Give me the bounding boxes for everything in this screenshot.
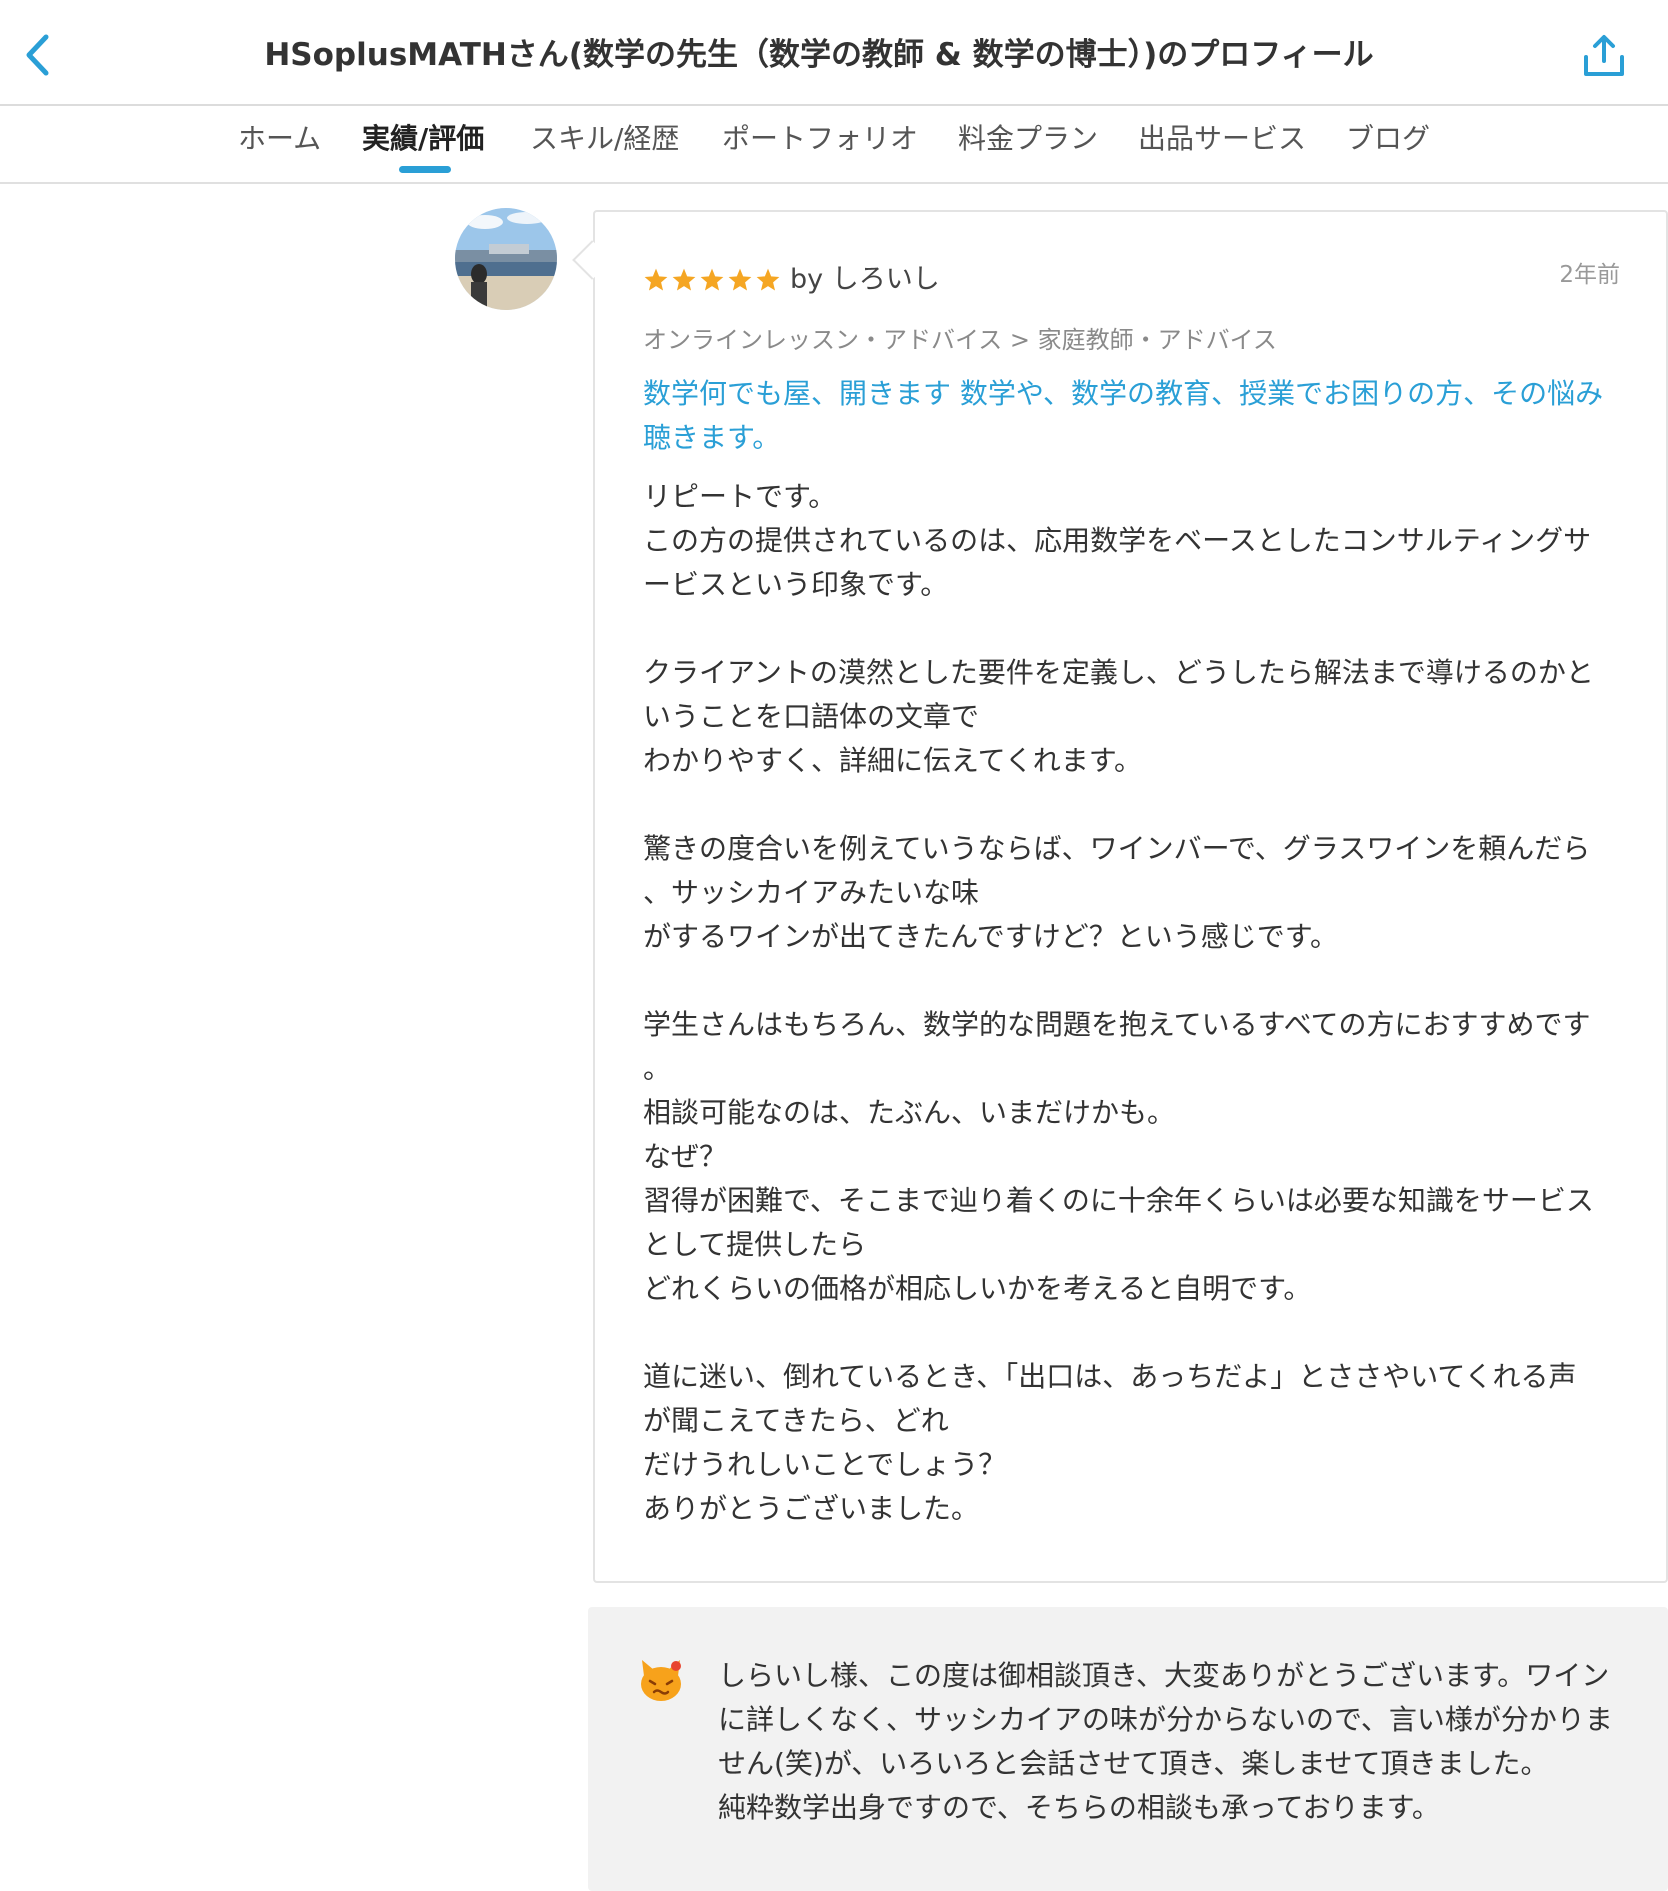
star-icon [671,260,698,300]
share-button[interactable] [1576,28,1632,84]
review-text-line [643,607,1618,651]
share-icon [1584,35,1624,76]
review-text-line: 相談可能なのは、たぶん、いまだけかも。 [643,1096,1176,1129]
review-text-line: いうことを口語体の文章で [643,700,980,733]
star-icon [699,260,726,300]
tab-portfolio[interactable]: ポートフォリオ [722,108,918,184]
tab-listed-services[interactable]: 出品サービス [1138,108,1306,184]
review-text-line: クライアントの漠然とした要件を定義し、どうしたら解法まで導けるのかと [643,656,1594,689]
review-text: リピートです。 この方の提供されているのは、応用数学をベースとしたコンサルティン… [643,475,1618,1531]
review-text-line: どれくらいの価格が相応しいかを考えると自明です。 [643,1272,1312,1305]
star-icon [755,260,782,300]
review-text-line: なぜ？ [643,1140,728,1173]
review-text-line: 学生さんはもちろん、数学的な問題を抱えているすべての方におすすめです [643,1008,1591,1041]
star-icon [643,260,670,300]
review-text-line: ービスという印象です。 [643,568,949,601]
review-date: 2年前 [1559,262,1620,288]
header-bar: HSoplusMATHさん(数学の先生（数学の教師 & 数学の博士）)のプロフィ… [0,0,1668,106]
cat-face-icon [636,1654,686,1704]
tab-blog[interactable]: ブログ [1346,108,1430,184]
profile-tabs: ホーム 実績/評価 スキル/経歴 ポートフォリオ 料金プラン 出品サービス ブロ… [0,108,1668,184]
reply-text-line: しらいし様、この度は御相談頂き、大変ありがとうございます。ワイン [718,1659,1610,1692]
review-text-line: ありがとうございました。 [643,1492,980,1525]
reply-text-line: せん(笑)が、いろいろと会話させて頂き、楽しませて頂きました。 [718,1747,1549,1780]
review-text-line: がするワインが出てきたんですけど？という感じです。 [643,920,1338,953]
review-text-line: 、サッシカイアみたいな味 [643,876,980,909]
review-text-line [643,1311,1618,1355]
review-text-line: だけうれしいことでしょう？ [643,1448,1007,1481]
review-text-line: わかりやすく、詳細に伝えてくれます。 [643,744,1142,777]
review-text-line [643,959,1618,1003]
reviewer-name[interactable]: by しろいし [790,260,940,300]
review-text-line [643,783,1618,827]
star-icon [727,260,754,300]
page-title: HSoplusMATHさん(数学の先生（数学の教師 & 数学の博士）)のプロフィ… [264,37,1374,73]
service-title-link[interactable]: 数学何でも屋、開きます 数学や、数学の教育、授業でお困りの方、その悩み 聴きます… [643,372,1623,460]
review-text-line: リピートです。 [643,480,837,513]
review-text-line: として提供したら [643,1228,867,1261]
review-text-line: が聞こえてきたら、どれ [643,1404,949,1437]
review-text-line: 驚きの度合いを例えていうならば、ワインバーで、グラスワインを頼んだら [643,832,1591,865]
service-title-line: 聴きます。 [643,421,781,454]
review-text-line: 道に迷い、倒れているとき、「出口は、あっちだよ」とささやいてくれる声 [643,1360,1577,1393]
review-text-line: 習得が困難で、そこまで辿り着くのに十余年くらいは必要な知識をサービス [643,1184,1594,1217]
avatar-photo [455,208,557,310]
review-text-line: この方の提供されているのは、応用数学をベースとしたコンサルティングサ [643,524,1592,557]
star-rating [643,260,782,300]
review-text-line: 。 [643,1052,672,1085]
tab-home[interactable]: ホーム [238,108,321,184]
back-button[interactable] [14,30,60,80]
active-tab-indicator [399,166,451,173]
tab-skills-career[interactable]: スキル/経歴 [530,108,679,184]
seller-reply-text: しらいし様、この度は御相談頂き、大変ありがとうございます。ワイン に詳しくなく、… [718,1654,1633,1830]
reply-text-line: に詳しくなく、サッシカイアの味が分からないので、言い様が分かりま [718,1703,1613,1736]
service-title-line: 数学何でも屋、開きます 数学や、数学の教育、授業でお困りの方、その悩み [643,377,1604,410]
tab-pricing-plans[interactable]: 料金プラン [958,108,1098,184]
chevron-left-icon [26,34,49,76]
reply-text-line: 純粋数学出身ですので、そちらの相談も承っております。 [718,1791,1440,1824]
service-category-breadcrumb: オンラインレッスン・アドバイス > 家庭教師・アドバイス [643,326,1277,354]
reviewer-avatar[interactable] [455,208,557,310]
